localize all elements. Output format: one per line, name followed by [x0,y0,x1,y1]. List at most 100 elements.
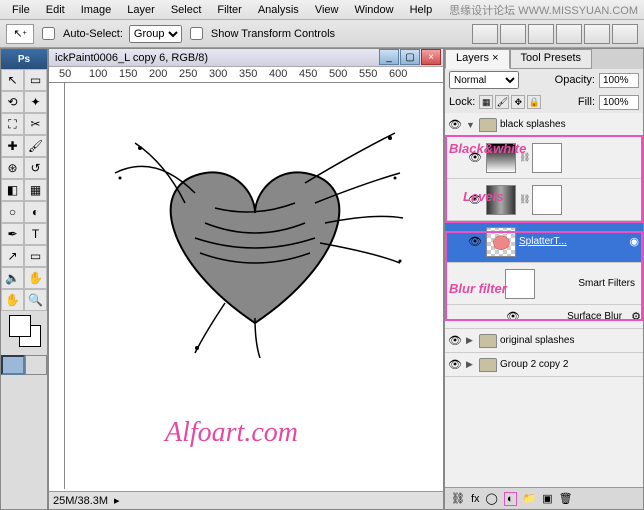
new-layer-icon[interactable]: ▣ [542,492,552,505]
visibility-icon[interactable]: 👁 [447,333,463,349]
blur-tool[interactable]: ○ [1,201,24,223]
window-minimize[interactable]: _ [379,49,399,65]
shape-tool[interactable]: ▭ [24,245,47,267]
menu-analysis[interactable]: Analysis [250,2,307,18]
layer-name[interactable]: Group 2 copy 2 [500,359,641,370]
visibility-icon[interactable]: 👁 [447,117,463,133]
menu-layer[interactable]: Layer [119,2,163,18]
gradient-tool[interactable]: ▦ [24,179,47,201]
layer-group-original-splashes[interactable]: 👁 ▶ original splashes [445,329,643,353]
tab-layers[interactable]: Layers × [445,49,510,69]
slice-tool[interactable]: ✂ [24,113,47,135]
align-btn[interactable] [528,24,554,44]
mask-thumb[interactable] [532,185,562,215]
lock-transparency-icon[interactable]: ▦ [479,95,493,109]
menu-help[interactable]: Help [402,2,441,18]
window-maximize[interactable]: ▢ [400,49,420,65]
eyedropper-tool[interactable]: ✋ [24,267,47,289]
align-btn[interactable] [500,24,526,44]
lock-label: Lock: [449,96,475,108]
mask-thumb[interactable] [532,143,562,173]
menu-file[interactable]: File [4,2,38,18]
wand-tool[interactable]: ✦ [24,91,47,113]
expand-icon[interactable]: ▶ [466,335,476,346]
group-icon[interactable]: 📁 [523,492,537,505]
fx-icon[interactable]: fx [471,493,480,505]
menu-filter[interactable]: Filter [209,2,249,18]
fill-label: Fill: [578,96,595,108]
fg-color[interactable] [9,315,31,337]
expand-icon[interactable]: ▶ [466,359,476,370]
ps-logo: Ps [1,49,47,69]
lasso-tool[interactable]: ⟲ [1,91,24,113]
quickmask-toggle[interactable] [1,355,47,375]
layer-name[interactable]: original splashes [500,335,641,346]
layer-group-black-splashes[interactable]: 👁 ▼ black splashes [445,113,643,137]
menu-image[interactable]: Image [73,2,120,18]
align-btn[interactable] [612,24,638,44]
move-tool[interactable]: ↖ [1,69,24,91]
lock-position-icon[interactable]: ✥ [511,95,525,109]
marquee-tool[interactable]: ▭ [24,69,47,91]
layer-splatter-smartobj[interactable]: 👁 SplatterT... ◉ [445,221,643,263]
visibility-icon[interactable]: 👁 [505,309,521,325]
eraser-tool[interactable]: ◧ [1,179,24,201]
visibility-icon[interactable]: 👁 [467,150,483,166]
layer-adj-blackwhite[interactable]: 👁 ⛓ [445,137,643,179]
visibility-icon[interactable]: 👁 [467,192,483,208]
menu-edit[interactable]: Edit [38,2,73,18]
adjustment-thumb [486,143,516,173]
visibility-icon[interactable]: 👁 [467,234,483,250]
align-btn[interactable] [556,24,582,44]
auto-select-dropdown[interactable]: Group [129,25,182,43]
auto-select-checkbox[interactable] [42,27,55,40]
status-arrow-icon[interactable]: ▸ [114,494,120,507]
window-close[interactable]: × [421,49,441,65]
tool-indicator[interactable]: ↖+ [6,24,34,44]
show-transform-checkbox[interactable] [190,27,203,40]
adjustment-icon[interactable]: ◐ [504,492,517,506]
tab-tool-presets[interactable]: Tool Presets [510,49,593,69]
menu-select[interactable]: Select [163,2,210,18]
crop-tool[interactable]: ⛶ [1,113,24,135]
filter-mask-thumb[interactable] [505,269,535,299]
opacity-input[interactable]: 100% [599,73,639,88]
lock-all-icon[interactable]: 🔒 [527,95,541,109]
layer-smart-filters-head[interactable]: Smart Filters [445,263,643,305]
notes-tool[interactable]: 🔈 [1,267,24,289]
dodge-tool[interactable]: ◐ [24,201,47,223]
type-tool[interactable]: T [24,223,47,245]
link-icon[interactable]: ⛓ [519,152,529,163]
lock-pixels-icon[interactable]: 🖌 [495,95,509,109]
menu-window[interactable]: Window [346,2,401,18]
stamp-tool[interactable]: ⊛ [1,157,24,179]
link-icon[interactable]: ⛓ [519,194,529,205]
filter-name[interactable]: Surface Blur [524,311,628,322]
history-brush-tool[interactable]: ↺ [24,157,47,179]
layer-filter-surfaceblur[interactable]: 👁 Surface Blur ⚙ [445,305,643,329]
canvas[interactable]: Alfoart.com [65,83,443,489]
expand-icon[interactable]: ▼ [466,120,476,130]
align-btn[interactable] [472,24,498,44]
layer-name[interactable]: SplatterT... [519,236,626,247]
visibility-icon[interactable]: 👁 [447,357,463,373]
fill-input[interactable]: 100% [599,95,639,110]
trash-icon[interactable]: 🗑 [559,492,573,505]
layer-name[interactable]: black splashes [500,119,641,130]
options-bar: ↖+ Auto-Select: Group Show Transform Con… [0,20,644,48]
path-tool[interactable]: ↗ [1,245,24,267]
color-swatches[interactable] [5,315,43,351]
filter-options-icon[interactable]: ⚙ [631,310,641,323]
hand-tool[interactable]: ✋ [1,289,24,311]
link-layers-icon[interactable]: ⛓ [451,492,465,505]
heal-tool[interactable]: ✚ [1,135,24,157]
blend-mode-select[interactable]: Normal [449,71,519,89]
align-btn[interactable] [584,24,610,44]
layer-adj-levels[interactable]: 👁 ⛓ [445,179,643,221]
zoom-tool[interactable]: 🔍 [24,289,47,311]
brush-tool[interactable]: 🖌 [24,135,47,157]
layer-group-group2copy2[interactable]: 👁 ▶ Group 2 copy 2 [445,353,643,377]
pen-tool[interactable]: ✒ [1,223,24,245]
mask-icon[interactable]: ◯ [486,492,498,505]
menu-view[interactable]: View [307,2,347,18]
